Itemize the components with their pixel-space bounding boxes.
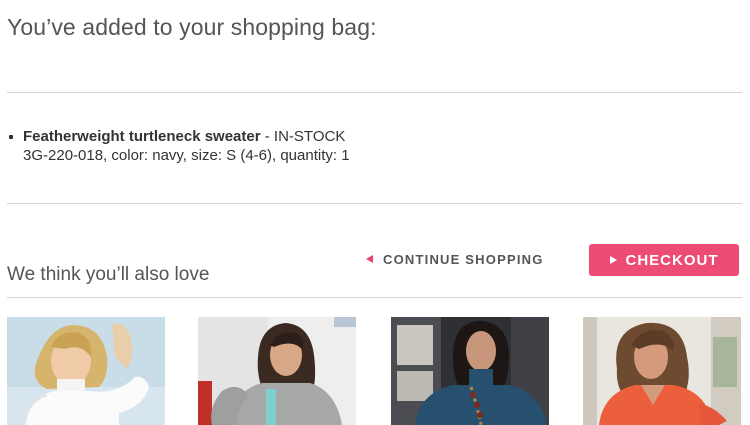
cart-item-title-line: Featherweight turtleneck sweater - IN-ST… <box>9 127 350 146</box>
continue-shopping-link[interactable]: CONTINUE SHOPPING <box>366 252 544 267</box>
divider <box>7 203 742 204</box>
recommended-product-1[interactable] <box>7 317 165 425</box>
recommendations-title: We think you’ll also love <box>7 264 210 285</box>
recommended-product-4[interactable] <box>583 317 741 425</box>
bullet-icon <box>9 135 13 139</box>
product-details: 3G-220-018, color: navy, size: S (4-6), … <box>23 147 350 164</box>
coral-vneck-product-image <box>583 317 741 425</box>
gray-sweater-product-image <box>198 317 356 425</box>
recommended-product-2[interactable] <box>198 317 356 425</box>
checkout-button[interactable]: CHECKOUT <box>589 244 739 276</box>
recommended-products <box>0 317 750 425</box>
page-title: You’ve added to your shopping bag: <box>7 14 377 40</box>
navy-turtleneck-product-image <box>391 317 549 425</box>
continue-shopping-label: CONTINUE SHOPPING <box>383 252 544 267</box>
divider <box>7 297 742 298</box>
divider <box>7 92 742 93</box>
stock-status: IN-STOCK <box>273 128 346 145</box>
cart-item: Featherweight turtleneck sweater - IN-ST… <box>9 127 350 165</box>
white-turtleneck-product-image <box>7 317 165 425</box>
recommended-product-3[interactable] <box>391 317 549 425</box>
arrow-left-icon <box>366 255 373 263</box>
product-name: Featherweight turtleneck sweater <box>23 128 261 145</box>
checkout-label: CHECKOUT <box>625 251 719 269</box>
title-separator: - <box>260 128 274 145</box>
arrow-right-icon <box>609 256 617 264</box>
